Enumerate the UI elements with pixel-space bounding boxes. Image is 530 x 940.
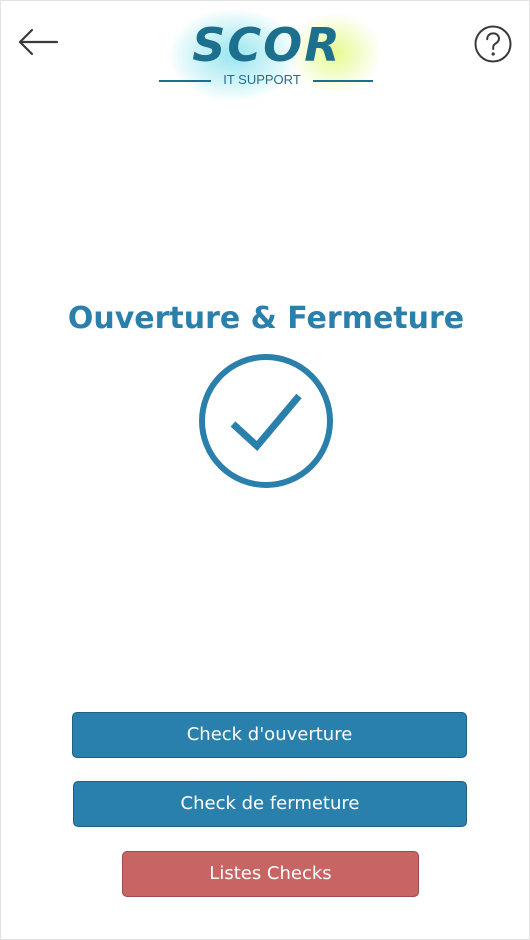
back-button[interactable] xyxy=(17,25,61,59)
check-circle-icon xyxy=(199,354,333,488)
logo-rule xyxy=(313,80,373,82)
list-checks-button[interactable]: Listes Checks xyxy=(122,851,419,897)
logo-subtitle: IT SUPPORT xyxy=(223,72,301,87)
close-check-button[interactable]: Check de fermeture xyxy=(73,781,467,827)
check-status xyxy=(197,352,335,490)
question-circle-icon xyxy=(474,25,512,63)
open-check-button[interactable]: Check d'ouverture xyxy=(72,712,467,758)
help-button[interactable] xyxy=(473,24,513,64)
logo-brand: SCOR xyxy=(192,18,342,72)
arrow-left-icon xyxy=(18,28,59,56)
app-screen: SCOR IT SUPPORT Ouverture & Fermeture Ch… xyxy=(0,0,530,940)
page-title: Ouverture & Fermeture xyxy=(67,301,465,336)
logo-rule xyxy=(159,80,211,82)
company-logo: SCOR IT SUPPORT xyxy=(151,5,383,101)
